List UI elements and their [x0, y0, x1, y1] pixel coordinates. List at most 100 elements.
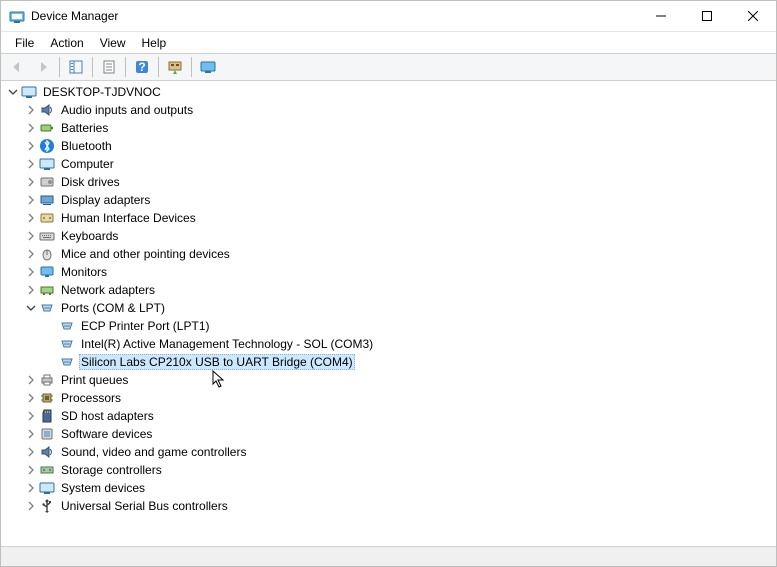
menubar: File Action View Help	[1, 31, 776, 53]
tree-node-software-devices[interactable]: Software devices	[1, 425, 776, 443]
menu-help[interactable]: Help	[134, 34, 175, 52]
tree-node-label: Processors	[59, 391, 123, 405]
expander-closed-icon[interactable]	[25, 140, 37, 152]
toolbar: ?	[1, 53, 776, 81]
help-button[interactable]: ?	[130, 55, 154, 79]
menu-action[interactable]: Action	[42, 34, 91, 52]
tree-root[interactable]: DESKTOP-TJDVNOC	[1, 83, 776, 101]
battery-icon	[39, 120, 55, 136]
expander-closed-icon[interactable]	[25, 410, 37, 422]
tree-node-usb[interactable]: Universal Serial Bus controllers	[1, 497, 776, 515]
tree-leaf-label: Silicon Labs CP210x USB to UART Bridge (…	[79, 354, 355, 370]
tree-node-display[interactable]: Display adapters	[1, 191, 776, 209]
scan-hardware-button[interactable]	[163, 55, 187, 79]
tree-node-audio[interactable]: Audio inputs and outputs	[1, 101, 776, 119]
tree-node-label: Storage controllers	[59, 463, 164, 477]
speaker-icon	[39, 444, 55, 460]
tree-node-label: SD host adapters	[59, 409, 156, 423]
display-adapter-icon	[39, 192, 55, 208]
storage-controller-icon	[39, 462, 55, 478]
expander-closed-icon[interactable]	[25, 230, 37, 242]
expander-closed-icon[interactable]	[25, 500, 37, 512]
tree-node-label: Monitors	[59, 265, 109, 279]
back-button[interactable]	[5, 55, 29, 79]
tree-leaf-ecp-printer-port[interactable]: ECP Printer Port (LPT1)	[1, 317, 776, 335]
expander-open-icon[interactable]	[25, 302, 37, 314]
tree-node-disk[interactable]: Disk drives	[1, 173, 776, 191]
expander-closed-icon[interactable]	[25, 194, 37, 206]
tree-node-label: Display adapters	[59, 193, 152, 207]
expander-closed-icon[interactable]	[25, 212, 37, 224]
expander-closed-icon[interactable]	[25, 482, 37, 494]
expander-closed-icon[interactable]	[25, 122, 37, 134]
expander-closed-icon[interactable]	[25, 266, 37, 278]
maximize-button[interactable]	[684, 1, 730, 31]
tree-node-label: Ports (COM & LPT)	[59, 301, 167, 315]
sd-card-icon	[39, 408, 55, 424]
tree-node-label: Human Interface Devices	[59, 211, 198, 225]
expander-closed-icon[interactable]	[25, 248, 37, 260]
minimize-button[interactable]	[638, 1, 684, 31]
properties-button[interactable]	[97, 55, 121, 79]
tree-node-label: Bluetooth	[59, 139, 114, 153]
bluetooth-icon	[39, 138, 55, 154]
tree-node-sd-host[interactable]: SD host adapters	[1, 407, 776, 425]
port-icon	[59, 336, 75, 352]
expander-closed-icon[interactable]	[25, 176, 37, 188]
toolbar-separator	[59, 57, 60, 77]
toolbar-separator	[191, 57, 192, 77]
port-icon	[39, 300, 55, 316]
tree-node-label: Sound, video and game controllers	[59, 445, 248, 459]
tree-node-ports[interactable]: Ports (COM & LPT)	[1, 299, 776, 317]
port-icon	[59, 318, 75, 334]
tree-node-label: System devices	[59, 481, 147, 495]
monitor-icon	[39, 264, 55, 280]
expander-open-icon[interactable]	[7, 86, 19, 98]
printer-icon	[39, 372, 55, 388]
system-device-icon	[39, 480, 55, 496]
hid-icon	[39, 210, 55, 226]
tree-node-batteries[interactable]: Batteries	[1, 119, 776, 137]
expander-closed-icon[interactable]	[25, 464, 37, 476]
forward-button[interactable]	[31, 55, 55, 79]
show-hide-console-tree-button[interactable]	[64, 55, 88, 79]
tree-node-sound[interactable]: Sound, video and game controllers	[1, 443, 776, 461]
expander-closed-icon[interactable]	[25, 104, 37, 116]
tree-node-monitors[interactable]: Monitors	[1, 263, 776, 281]
toolbar-separator	[125, 57, 126, 77]
tree-node-computer[interactable]: Computer	[1, 155, 776, 173]
menu-file[interactable]: File	[7, 34, 42, 52]
speaker-icon	[39, 102, 55, 118]
tree-node-hid[interactable]: Human Interface Devices	[1, 209, 776, 227]
tree-leaf-intel-amt-sol[interactable]: Intel(R) Active Management Technology - …	[1, 335, 776, 353]
tree-node-processors[interactable]: Processors	[1, 389, 776, 407]
expander-closed-icon[interactable]	[25, 158, 37, 170]
tree-node-label: Audio inputs and outputs	[59, 103, 195, 117]
status-bar	[1, 546, 776, 566]
menu-view[interactable]: View	[92, 34, 134, 52]
expander-closed-icon[interactable]	[25, 392, 37, 404]
tree-root-label: DESKTOP-TJDVNOC	[41, 85, 163, 99]
expander-closed-icon[interactable]	[25, 284, 37, 296]
tree-node-keyboards[interactable]: Keyboards	[1, 227, 776, 245]
mouse-icon	[39, 246, 55, 262]
window-title: Device Manager	[31, 9, 638, 23]
tree-node-label: Universal Serial Bus controllers	[59, 499, 230, 513]
close-button[interactable]	[730, 1, 776, 31]
expander-closed-icon[interactable]	[25, 374, 37, 386]
tree-leaf-label: ECP Printer Port (LPT1)	[79, 319, 211, 333]
tree-node-bluetooth[interactable]: Bluetooth	[1, 137, 776, 155]
monitor-button[interactable]	[196, 55, 220, 79]
computer-icon	[39, 156, 55, 172]
toolbar-separator	[158, 57, 159, 77]
tree-node-label: Print queues	[59, 373, 130, 387]
tree-leaf-cp210x-uart-bridge[interactable]: Silicon Labs CP210x USB to UART Bridge (…	[1, 353, 776, 371]
tree-node-mice[interactable]: Mice and other pointing devices	[1, 245, 776, 263]
expander-closed-icon[interactable]	[25, 446, 37, 458]
tree-node-storage-controllers[interactable]: Storage controllers	[1, 461, 776, 479]
device-tree[interactable]: DESKTOP-TJDVNOC Audio inputs and outputs…	[1, 81, 776, 546]
tree-node-system-devices[interactable]: System devices	[1, 479, 776, 497]
tree-node-network[interactable]: Network adapters	[1, 281, 776, 299]
tree-node-print-queues[interactable]: Print queues	[1, 371, 776, 389]
expander-closed-icon[interactable]	[25, 428, 37, 440]
